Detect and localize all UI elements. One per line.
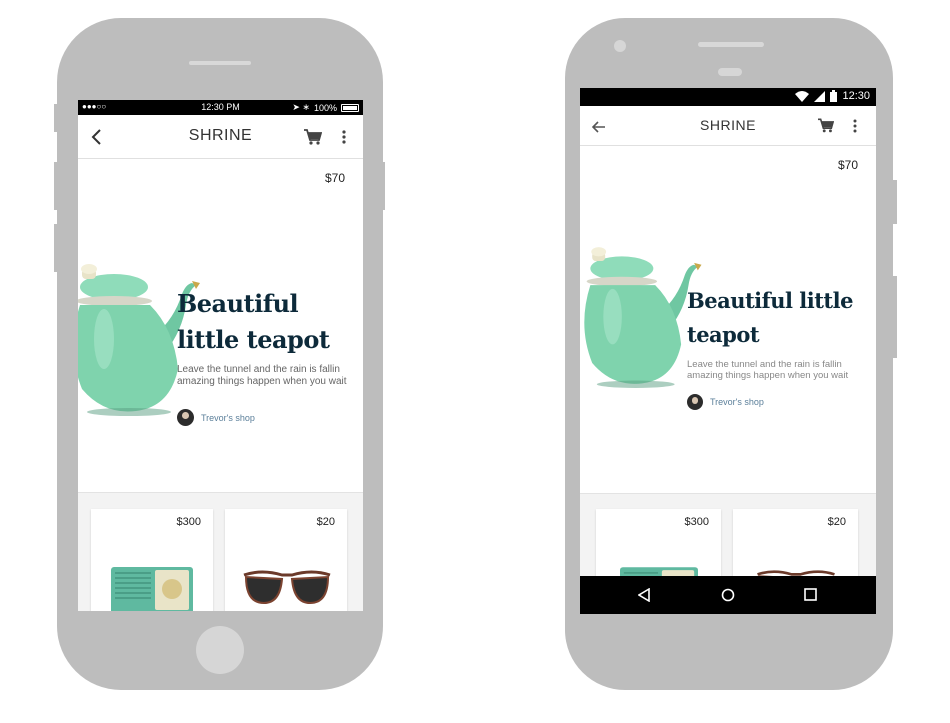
featured-title: Beautiful little teapot xyxy=(177,286,330,358)
featured-description: Leave the tunnel and the rain is fallin … xyxy=(687,359,849,381)
sunglasses-image xyxy=(243,570,331,605)
cell-signal-icon xyxy=(814,90,826,102)
shop-name[interactable]: Trevor's shop xyxy=(201,413,255,423)
radio-image xyxy=(111,567,193,611)
title-line-2: little teapot xyxy=(177,325,330,354)
nav-recents-icon[interactable] xyxy=(804,588,817,606)
more-vert-icon[interactable] xyxy=(853,119,857,138)
battery-icon xyxy=(830,90,838,102)
nav-back-icon[interactable] xyxy=(637,587,650,607)
more-vert-icon[interactable] xyxy=(342,130,346,149)
status-time: 12:30 xyxy=(842,90,870,102)
product-price: $300 xyxy=(176,516,201,528)
product-price: $20 xyxy=(827,516,846,528)
ios-app-bar: SHRINE xyxy=(78,115,363,159)
title-line-1: Beautiful xyxy=(177,289,299,318)
status-icons: 12:30 xyxy=(795,90,870,102)
product-price: $20 xyxy=(316,516,335,528)
cart-icon[interactable] xyxy=(304,129,323,150)
featured-price: $70 xyxy=(837,158,858,172)
featured-price: $70 xyxy=(324,171,345,185)
android-nav-bar xyxy=(580,576,876,614)
iphone-speaker xyxy=(189,61,251,65)
shop-link[interactable]: Trevor's shop xyxy=(687,394,764,410)
android-volume-button xyxy=(892,276,897,358)
android-power-button xyxy=(892,180,897,224)
featured-title: Beautiful little teapot xyxy=(687,284,853,352)
android-screen: 12:30 SHRINE $70 Beautiful little teapot… xyxy=(580,88,876,614)
shop-name[interactable]: Trevor's shop xyxy=(710,397,764,407)
product-grid: $300 $20 xyxy=(78,492,363,611)
status-right: ➤ ∗ 100% xyxy=(292,102,359,113)
iphone-mute-switch xyxy=(54,104,58,132)
shop-avatar xyxy=(177,409,194,426)
nav-home-icon[interactable] xyxy=(721,588,735,607)
cart-icon[interactable] xyxy=(818,118,835,138)
ios-status-bar: ●●●○○ 12:30 PM ➤ ∗ 100% xyxy=(78,100,363,115)
battery-icon xyxy=(341,103,359,112)
iphone-power-button xyxy=(381,162,385,210)
iphone-volume-up xyxy=(54,162,58,210)
wifi-icon xyxy=(795,90,810,102)
featured-description: Leave the tunnel and the rain is fallin … xyxy=(177,364,347,387)
product-price: $300 xyxy=(684,516,709,528)
shop-avatar xyxy=(687,394,703,410)
location-bluetooth-icon: ➤ ∗ xyxy=(292,102,310,112)
featured-product[interactable]: $70 Beautiful little teapot Leave the tu… xyxy=(580,146,876,493)
android-app-bar: SHRINE xyxy=(580,106,876,146)
battery-percent: 100% xyxy=(313,102,337,113)
iphone-volume-down xyxy=(54,224,58,272)
android-status-bar: 12:30 xyxy=(580,88,876,106)
android-camera xyxy=(614,40,626,52)
featured-product[interactable]: $70 Beautiful little teapot Leave the tu… xyxy=(78,159,363,492)
title-line-1: Beautiful little xyxy=(687,288,853,313)
product-card-sunglasses[interactable]: $20 xyxy=(225,509,347,611)
title-line-2: teapot xyxy=(687,322,760,347)
shop-link[interactable]: Trevor's shop xyxy=(177,409,255,426)
android-speaker xyxy=(698,42,764,47)
android-sensor xyxy=(718,68,742,76)
iphone-home-button[interactable] xyxy=(196,626,244,674)
ios-screen: ●●●○○ 12:30 PM ➤ ∗ 100% SHRINE $70 Beaut… xyxy=(78,100,363,611)
device-mockups: ●●●○○ 12:30 PM ➤ ∗ 100% SHRINE $70 Beaut… xyxy=(0,0,950,723)
product-card-radio[interactable]: $300 xyxy=(91,509,213,611)
